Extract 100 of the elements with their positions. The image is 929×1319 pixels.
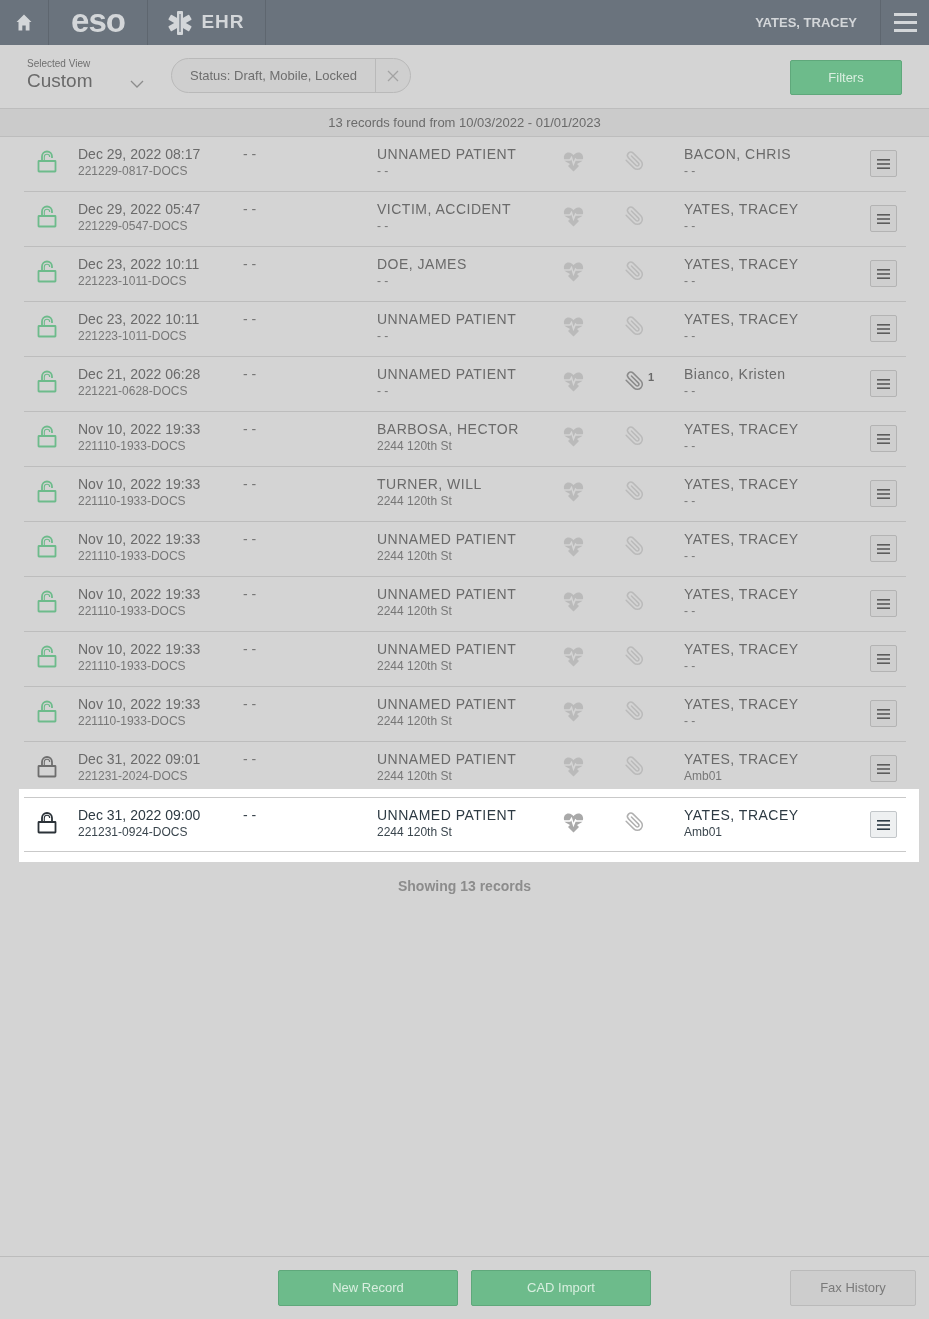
- paperclip-icon[interactable]: [624, 589, 644, 613]
- record-row[interactable]: Nov 10, 2022 19:33 221110-1933-DOCS - - UNNAMED PATIENT 2244 120th St YATES, TRACEY - -: [24, 522, 906, 577]
- home-icon[interactable]: [16, 14, 32, 31]
- record-date: Dec 31, 2022 09:00: [78, 807, 201, 824]
- record-number: 221110-1933-DOCS: [78, 713, 186, 729]
- record-number: 221229-0817-DOCS: [78, 163, 188, 179]
- heart-pulse-icon[interactable]: [563, 536, 584, 557]
- paperclip-icon[interactable]: [624, 479, 644, 503]
- app-name: EHR: [201, 10, 245, 35]
- record-row[interactable]: Dec 29, 2022 05:47 221229-0547-DOCS - - VICTIM, ACCIDENT - - YATES, TRACEY - -: [24, 192, 906, 247]
- menu-icon: [877, 708, 890, 719]
- row-menu-button[interactable]: [870, 315, 897, 342]
- record-row[interactable]: Dec 23, 2022 10:11 221223-1011-DOCS - - UNNAMED PATIENT - - YATES, TRACEY - -: [24, 302, 906, 357]
- heart-pulse-icon[interactable]: [563, 481, 584, 502]
- view-dropdown[interactable]: Custom: [27, 70, 144, 92]
- paperclip-icon[interactable]: [624, 644, 644, 668]
- heart-pulse-icon[interactable]: [563, 426, 584, 447]
- menu-icon: [877, 268, 890, 279]
- crew-name: YATES, TRACEY: [684, 476, 799, 493]
- row-menu-button[interactable]: [870, 150, 897, 177]
- record-number: 221231-2024-DOCS: [78, 768, 188, 784]
- action-button[interactable]: New Record: [278, 1270, 458, 1306]
- chevron-down-icon[interactable]: [130, 79, 144, 88]
- record-row[interactable]: Nov 10, 2022 19:33 221110-1933-DOCS - - UNNAMED PATIENT 2244 120th St YATES, TRACEY - -: [24, 577, 906, 632]
- patient-address: - -: [377, 163, 389, 179]
- action-button[interactable]: CAD Import: [471, 1270, 651, 1306]
- paperclip-icon[interactable]: [624, 534, 644, 558]
- user-name[interactable]: YATES, TRACEY: [755, 12, 857, 33]
- row-menu-button[interactable]: [870, 590, 897, 617]
- record-row[interactable]: Dec 21, 2022 06:28 221221-0628-DOCS - - UNNAMED PATIENT - - 1 Bianco, Kristen - -: [24, 357, 906, 412]
- menu-icon: [877, 213, 890, 224]
- row-menu-button[interactable]: [870, 645, 897, 672]
- row-menu-button[interactable]: [870, 370, 897, 397]
- paperclip-icon[interactable]: [624, 259, 644, 283]
- paperclip-icon[interactable]: [624, 204, 644, 228]
- row-menu-button[interactable]: [870, 205, 897, 232]
- record-row[interactable]: Nov 10, 2022 19:33 221110-1933-DOCS - - BARBOSA, HECTOR 2244 120th St YATES, TRACEY - -: [24, 412, 906, 467]
- patient-name: UNNAMED PATIENT: [377, 807, 517, 824]
- patient-address: 2244 120th St: [377, 768, 452, 784]
- record-row[interactable]: Nov 10, 2022 19:33 221110-1933-DOCS - - UNNAMED PATIENT 2244 120th St YATES, TRACEY - -: [24, 687, 906, 742]
- row-menu-button[interactable]: [870, 260, 897, 287]
- blank-value-text: - -: [243, 641, 257, 658]
- filters-button[interactable]: Filters: [790, 60, 902, 95]
- paperclip-icon[interactable]: [624, 754, 644, 778]
- row-menu-button[interactable]: [870, 480, 897, 507]
- heart-pulse-icon[interactable]: [563, 591, 584, 612]
- paperclip-icon[interactable]: [624, 314, 644, 338]
- logo[interactable]: eso: [71, 4, 125, 38]
- menu-icon: [877, 819, 890, 830]
- row-menu-button[interactable]: [870, 700, 897, 727]
- close-icon[interactable]: [387, 69, 399, 82]
- heart-pulse-icon[interactable]: [563, 316, 584, 337]
- patient-name: TURNER, WILL: [377, 476, 482, 493]
- row-menu-button[interactable]: [870, 425, 897, 452]
- paperclip-icon[interactable]: [624, 699, 644, 723]
- filter-chip-label: Status: Draft, Mobile, Locked: [190, 66, 357, 85]
- paperclip-icon[interactable]: [624, 149, 644, 173]
- blank-value-text: - -: [243, 256, 257, 273]
- record-number: 221229-0547-DOCS: [78, 218, 188, 234]
- patient-address: 2244 120th St: [377, 603, 452, 619]
- record-row[interactable]: Dec 23, 2022 10:11 221223-1011-DOCS - - DOE, JAMES - - YATES, TRACEY - -: [24, 247, 906, 302]
- record-row[interactable]: Nov 10, 2022 19:33 221110-1933-DOCS - - TURNER, WILL 2244 120th St YATES, TRACEY - -: [24, 467, 906, 522]
- crew-name: YATES, TRACEY: [684, 751, 799, 768]
- patient-address: - -: [377, 218, 389, 234]
- crew-name: YATES, TRACEY: [684, 586, 799, 603]
- secondary-button[interactable]: Fax History: [790, 1270, 916, 1306]
- blank-value-text: - -: [243, 696, 257, 713]
- menu-icon: [877, 653, 890, 664]
- heart-pulse-icon[interactable]: [563, 151, 584, 172]
- record-date: Dec 29, 2022 08:17: [78, 146, 201, 163]
- heart-pulse-icon[interactable]: [563, 701, 584, 722]
- records-count-text: Showing 13 records: [397, 877, 531, 895]
- paperclip-icon[interactable]: [624, 810, 644, 834]
- menu-icon: [877, 158, 890, 169]
- record-number: 221110-1933-DOCS: [78, 438, 186, 454]
- heart-pulse-icon[interactable]: [563, 206, 584, 227]
- paperclip-icon[interactable]: [624, 369, 644, 393]
- patient-address: - -: [377, 383, 389, 399]
- row-menu-button[interactable]: [870, 755, 897, 782]
- crew-name: YATES, TRACEY: [684, 807, 799, 824]
- patient-name: UNNAMED PATIENT: [377, 586, 517, 603]
- record-number: 221110-1933-DOCS: [78, 493, 186, 509]
- patient-address: 2244 120th St: [377, 493, 452, 509]
- record-date: Dec 31, 2022 09:01: [78, 751, 201, 768]
- record-row[interactable]: Dec 29, 2022 08:17 221229-0817-DOCS - - UNNAMED PATIENT - - BACON, CHRIS - -: [24, 137, 906, 192]
- heart-pulse-icon[interactable]: [563, 646, 584, 667]
- paperclip-icon[interactable]: [624, 424, 644, 448]
- row-menu-button[interactable]: [870, 811, 897, 838]
- crew-name: YATES, TRACEY: [684, 641, 799, 658]
- blank-value-text: - -: [243, 531, 257, 548]
- heart-pulse-icon[interactable]: [563, 756, 584, 777]
- heart-pulse-icon[interactable]: [563, 812, 584, 833]
- patient-name: UNNAMED PATIENT: [377, 146, 517, 163]
- heart-pulse-icon[interactable]: [563, 261, 584, 282]
- menu-icon[interactable]: [893, 13, 917, 32]
- row-menu-button[interactable]: [870, 535, 897, 562]
- record-row[interactable]: Nov 10, 2022 19:33 221110-1933-DOCS - - UNNAMED PATIENT 2244 120th St YATES, TRACEY - -: [24, 632, 906, 687]
- crew-name: YATES, TRACEY: [684, 311, 799, 328]
- blank-value-text: - -: [243, 751, 257, 768]
- heart-pulse-icon[interactable]: [563, 371, 584, 392]
